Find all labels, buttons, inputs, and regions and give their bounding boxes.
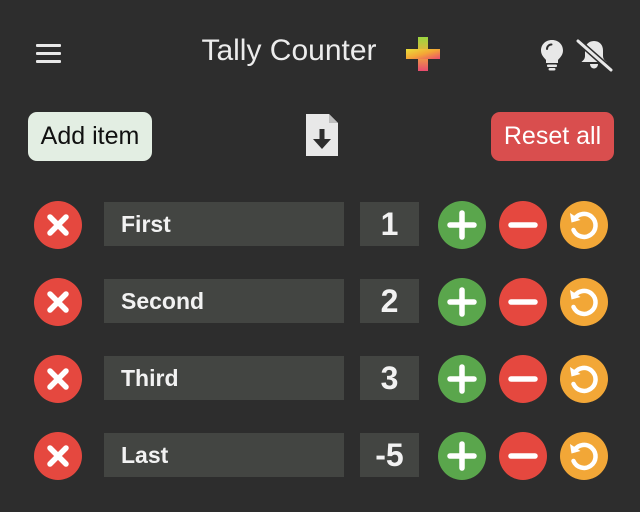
- counter-name-field[interactable]: Second: [104, 279, 344, 323]
- undo-icon: [570, 211, 598, 240]
- minus-icon: [508, 222, 538, 228]
- undo-icon: [570, 442, 598, 471]
- counter-row: Third 3: [0, 354, 640, 404]
- menu-icon-bar: [36, 60, 61, 63]
- lightbulb-icon: [541, 40, 563, 71]
- minus-icon: [508, 453, 538, 459]
- increment-button[interactable]: [438, 278, 486, 326]
- counter-value: 1: [360, 202, 419, 246]
- counter-name-field[interactable]: Third: [104, 356, 344, 400]
- tally-counter-app: Tally Counter Add item Reset all First 1…: [0, 0, 640, 512]
- reset-counter-button[interactable]: [560, 355, 608, 403]
- bell-slash-icon: [575, 38, 614, 73]
- gradient-plus-icon: [406, 37, 440, 71]
- minus-icon: [508, 376, 538, 382]
- undo-icon: [570, 288, 598, 317]
- file-download-icon: [306, 114, 338, 156]
- close-icon: [47, 368, 69, 390]
- menu-icon-bar: [36, 44, 61, 47]
- delete-counter-button[interactable]: [34, 278, 82, 326]
- counter-name-field[interactable]: First: [104, 202, 344, 246]
- reset-counter-button[interactable]: [560, 432, 608, 480]
- counter-row: Last -5: [0, 431, 640, 481]
- app-title: Tally Counter: [201, 34, 377, 67]
- counter-value: 2: [360, 279, 419, 323]
- plus-icon: [447, 210, 477, 240]
- export-button[interactable]: [304, 112, 340, 158]
- counter-value: -5: [360, 433, 419, 477]
- decrement-button[interactable]: [499, 432, 547, 480]
- counter-value: 3: [360, 356, 419, 400]
- hint-button[interactable]: [538, 38, 566, 72]
- increment-button[interactable]: [438, 432, 486, 480]
- minus-icon: [508, 299, 538, 305]
- delete-counter-button[interactable]: [34, 201, 82, 249]
- counter-row: First 1: [0, 200, 640, 250]
- close-icon: [47, 291, 69, 313]
- decrement-button[interactable]: [499, 201, 547, 249]
- menu-icon-bar: [36, 52, 61, 55]
- add-item-button[interactable]: Add item: [28, 112, 152, 161]
- plus-icon: [447, 364, 477, 394]
- counter-name-field[interactable]: Last: [104, 433, 344, 477]
- reset-all-button[interactable]: Reset all: [491, 112, 614, 161]
- decrement-button[interactable]: [499, 355, 547, 403]
- menu-button[interactable]: [34, 40, 64, 68]
- delete-counter-button[interactable]: [34, 355, 82, 403]
- close-icon: [47, 445, 69, 467]
- sound-toggle-button[interactable]: [574, 38, 614, 73]
- reset-counter-button[interactable]: [560, 278, 608, 326]
- close-icon: [47, 214, 69, 236]
- increment-button[interactable]: [438, 355, 486, 403]
- undo-icon: [570, 365, 598, 394]
- counter-row: Second 2: [0, 277, 640, 327]
- increment-button[interactable]: [438, 201, 486, 249]
- header: Tally Counter: [0, 0, 640, 108]
- decrement-button[interactable]: [499, 278, 547, 326]
- plus-icon: [447, 441, 477, 471]
- delete-counter-button[interactable]: [34, 432, 82, 480]
- plus-icon: [447, 287, 477, 317]
- reset-counter-button[interactable]: [560, 201, 608, 249]
